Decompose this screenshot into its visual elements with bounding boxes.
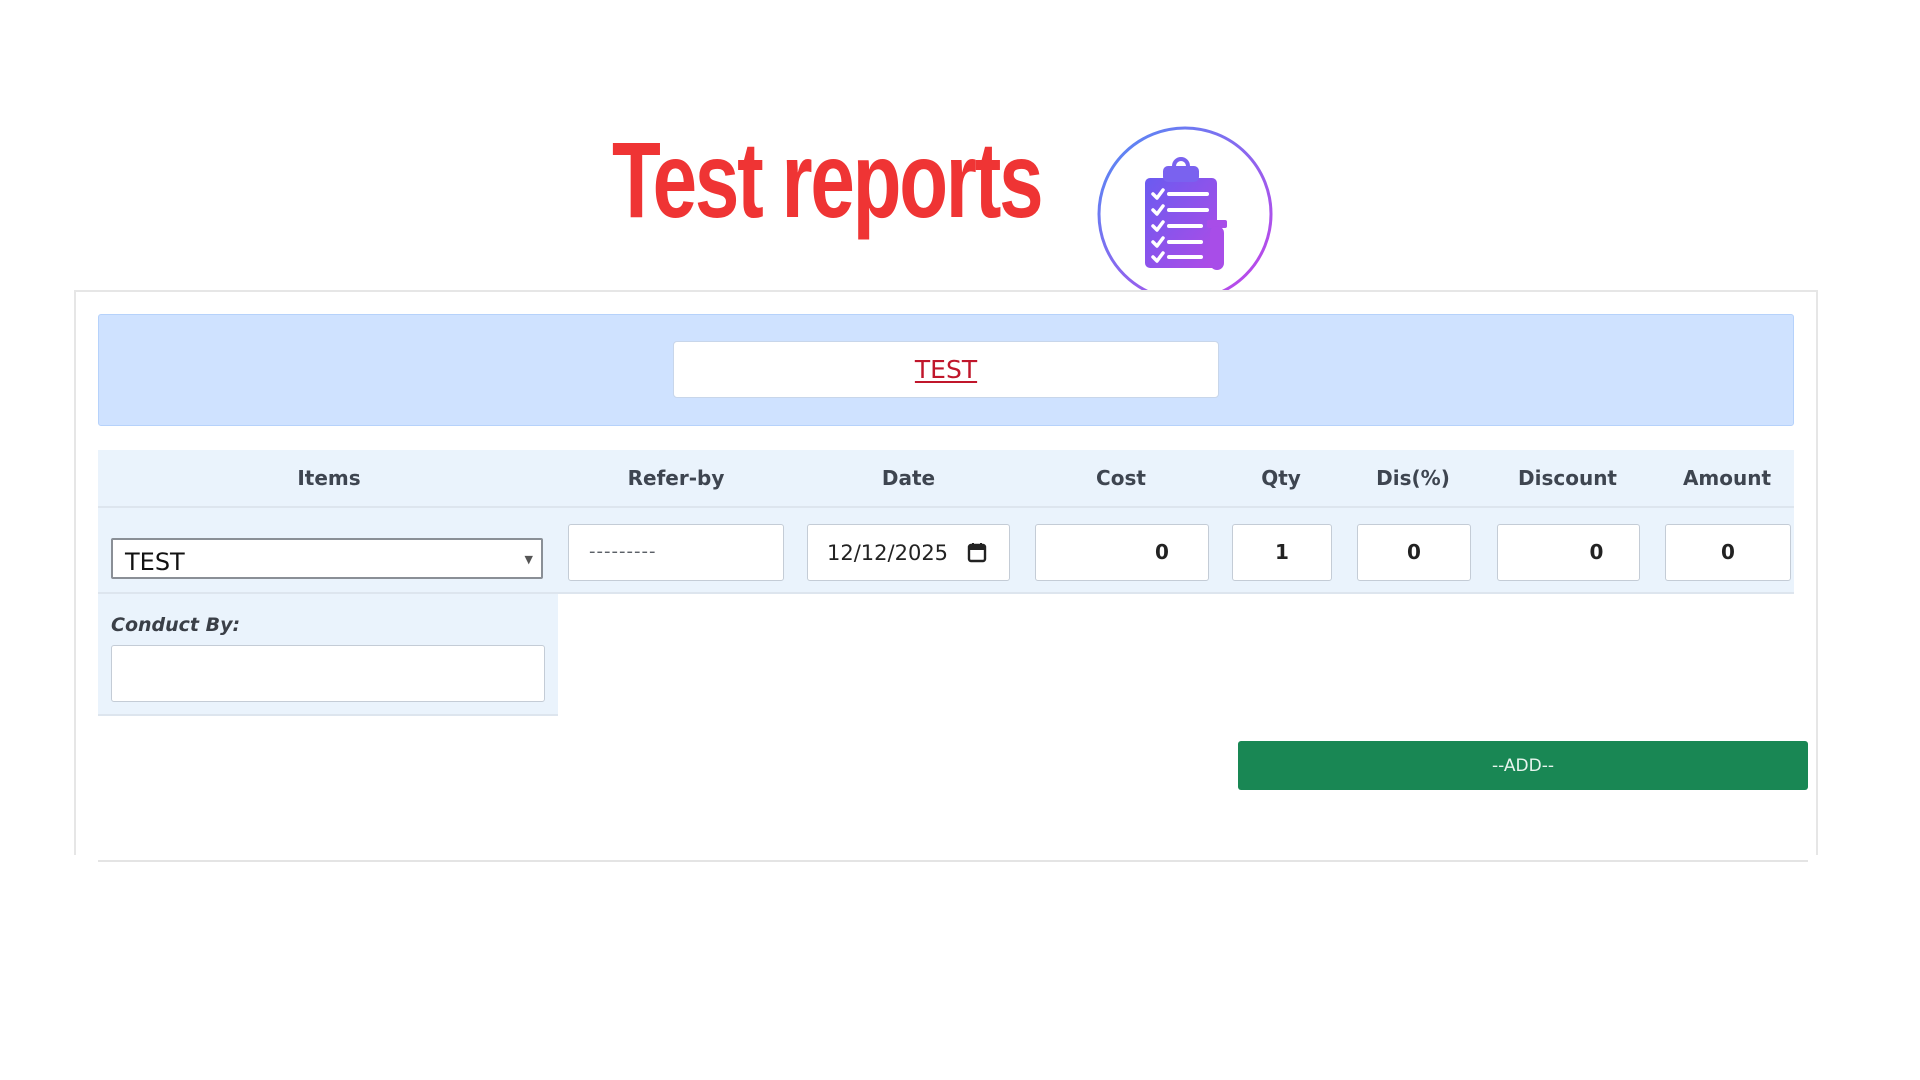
amount-input[interactable]: 0 [1665, 524, 1791, 581]
clipboard-checklist-icon [1097, 126, 1273, 302]
refer-by-input[interactable]: --------- [568, 524, 784, 581]
calendar-icon[interactable] [967, 542, 987, 563]
items-select[interactable]: TEST ▼ [111, 538, 543, 579]
column-header-discount: Discount [1518, 466, 1617, 490]
date-value: 12/12/2025 [827, 541, 949, 565]
bottom-divider [98, 860, 1808, 862]
chevron-down-icon: ▼ [524, 553, 533, 566]
cost-input[interactable]: 0 [1035, 524, 1209, 581]
column-header-items: Items [297, 466, 361, 490]
column-header-refer-by: Refer-by [627, 466, 725, 490]
column-header-dis-percent: Dis(%) [1376, 466, 1450, 490]
items-select-value: TEST [125, 548, 185, 576]
selected-test-box: TEST [673, 341, 1219, 398]
column-header-date: Date [881, 466, 936, 490]
discount-input[interactable]: 0 [1497, 524, 1640, 581]
conduct-by-label: Conduct By: [111, 614, 241, 636]
add-button[interactable]: --ADD-- [1238, 741, 1808, 790]
column-header-qty: Qty [1261, 466, 1301, 490]
conduct-by-input[interactable] [111, 645, 545, 702]
table-header: Items Refer-by Date Cost Qty Dis(%) Disc… [98, 450, 1794, 508]
date-input[interactable]: 12/12/2025 [807, 524, 1010, 581]
qty-input[interactable]: 1 [1232, 524, 1332, 581]
refer-by-placeholder: --------- [589, 541, 657, 562]
selected-test-link[interactable]: TEST [915, 355, 977, 384]
column-header-cost: Cost [1096, 466, 1146, 490]
column-header-amount: Amount [1682, 466, 1772, 490]
dis-percent-input[interactable]: 0 [1357, 524, 1471, 581]
page-title: Test reports [612, 119, 1044, 240]
